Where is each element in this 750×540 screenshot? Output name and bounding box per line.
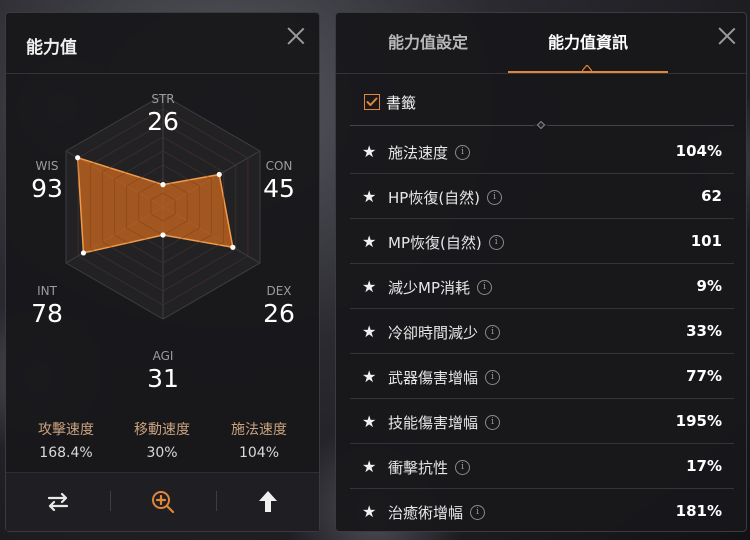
list-item[interactable]: ★ 減少MP消耗 i 9% — [350, 264, 734, 309]
stat-value-str: 26 — [147, 107, 179, 136]
list-item[interactable]: ★ 衝擊抗性 i 17% — [350, 444, 734, 489]
radar-vertex-point — [160, 182, 166, 188]
speed-label: 移動速度 — [134, 422, 190, 438]
row-label: 冷卻時間減少 — [388, 324, 479, 342]
panel-title: 能力值 — [26, 38, 77, 58]
info-icon[interactable]: i — [455, 460, 471, 475]
info-icon[interactable]: i — [487, 190, 503, 205]
stat-label-int: INT — [37, 284, 57, 298]
list-item[interactable]: ★ 治癒術增幅 i 181% — [350, 489, 734, 533]
star-icon[interactable]: ★ — [362, 412, 376, 431]
stat-label-str: STR — [151, 92, 175, 106]
info-icon[interactable]: i — [485, 370, 501, 385]
star-icon[interactable]: ★ — [362, 187, 376, 206]
row-value: 33% — [686, 322, 722, 340]
row-label: 減少MP消耗 — [388, 279, 470, 297]
row-label: 治癒術增幅 — [388, 504, 464, 522]
speed-value: 168.4% — [39, 445, 93, 461]
stats-info-panel: 能力值設定 能力值資訊 書籤 ★ 施法速度 i 104% ★ HP恢復(自然) i … — [335, 12, 747, 532]
star-icon[interactable]: ★ — [362, 142, 376, 161]
info-icon[interactable]: i — [485, 415, 501, 430]
divider-ornament-icon — [534, 121, 548, 129]
row-label: 武器傷害增幅 — [388, 369, 479, 387]
stat-label-agi: AGI — [152, 349, 174, 363]
list-item[interactable]: ★ MP恢復(自然) i 101 — [350, 219, 734, 264]
active-tab-indicator — [508, 71, 668, 73]
bookmark-label: 書籤 — [386, 93, 417, 112]
stats-panel: 能力值 STR 26 CON 45 DEX 26 AGI 31 INT 78 W… — [5, 12, 320, 532]
stat-value-int: 78 — [31, 299, 63, 328]
star-icon[interactable]: ★ — [362, 232, 376, 251]
speed-value: 104% — [238, 445, 280, 461]
star-icon[interactable]: ★ — [362, 322, 376, 341]
info-icon[interactable]: i — [470, 505, 486, 520]
row-value: 195% — [675, 412, 722, 430]
stat-label-wis: WIS — [35, 159, 59, 173]
swap-icon[interactable] — [43, 487, 73, 517]
row-value: 104% — [675, 142, 722, 160]
list-item[interactable]: ★ 施法速度 i 104% — [350, 129, 734, 174]
star-icon[interactable]: ★ — [362, 277, 376, 296]
radar-vertex-point — [80, 250, 87, 256]
list-item[interactable]: ★ HP恢復(自然) i 62 — [350, 174, 734, 219]
speed-label: 施法速度 — [231, 422, 287, 438]
row-value: 77% — [686, 367, 722, 385]
bookmark-checkbox[interactable]: 書籤 — [364, 91, 416, 113]
upload-arrow-icon[interactable] — [253, 487, 283, 517]
row-label: 施法速度 — [388, 144, 449, 162]
toolbar-separator — [110, 491, 111, 511]
header-divider — [336, 73, 746, 74]
info-icon[interactable]: i — [488, 235, 504, 250]
tab-stat-settings[interactable]: 能力值設定 — [348, 13, 508, 73]
cast-speed: 施法速度 104% — [209, 419, 309, 461]
row-value: 181% — [675, 502, 722, 520]
speed-value: 30% — [146, 445, 178, 461]
bottom-toolbar — [6, 472, 319, 531]
star-icon[interactable]: ★ — [362, 502, 376, 521]
tab-caret-icon — [582, 65, 592, 71]
row-value: 62 — [701, 187, 722, 205]
tab-stat-info[interactable]: 能力值資訊 — [508, 13, 668, 73]
row-value: 101 — [690, 232, 722, 250]
stat-info-list: ★ 施法速度 i 104% ★ HP恢復(自然) i 62 ★ MP恢復(自然) i … — [350, 129, 734, 533]
info-icon[interactable]: i — [477, 280, 492, 295]
header-divider — [6, 73, 319, 74]
star-icon[interactable]: ★ — [362, 457, 376, 476]
row-value: 9% — [696, 277, 722, 295]
row-label: 衝擊抗性 — [388, 459, 449, 477]
info-icon[interactable]: i — [455, 145, 471, 160]
star-icon[interactable]: ★ — [362, 367, 376, 386]
speed-label: 攻擊速度 — [38, 422, 94, 438]
stat-label-con: CON — [265, 159, 293, 173]
stat-value-wis: 93 — [31, 174, 63, 203]
speed-summary: 攻擊速度 168.4% 移動速度 30% 施法速度 104% — [6, 413, 319, 473]
radar-vertex-point — [216, 171, 222, 178]
move-speed: 移動速度 30% — [112, 419, 212, 461]
stat-value-con: 45 — [263, 174, 295, 203]
stat-label-dex: DEX — [266, 284, 292, 298]
row-value: 17% — [686, 457, 722, 475]
radar-vertex-point — [230, 244, 236, 250]
stat-value-dex: 26 — [263, 299, 295, 328]
list-item[interactable]: ★ 武器傷害增幅 i 77% — [350, 354, 734, 399]
checkbox-checked-icon — [364, 94, 380, 110]
radar-vertex-point — [160, 232, 166, 238]
list-item[interactable]: ★ 技能傷害增幅 i 195% — [350, 399, 734, 444]
zoom-in-icon[interactable] — [148, 487, 178, 517]
row-label: MP恢復(自然) — [388, 234, 482, 252]
list-item[interactable]: ★ 冷卻時間減少 i 33% — [350, 309, 734, 354]
row-label: 技能傷害增幅 — [388, 414, 479, 432]
close-icon[interactable] — [716, 25, 738, 47]
toolbar-separator — [216, 491, 217, 511]
attack-speed: 攻擊速度 168.4% — [16, 419, 116, 461]
info-icon[interactable]: i — [485, 325, 501, 340]
close-icon[interactable] — [285, 25, 307, 47]
row-label: HP恢復(自然) — [388, 189, 481, 207]
stat-value-agi: 31 — [147, 364, 179, 393]
